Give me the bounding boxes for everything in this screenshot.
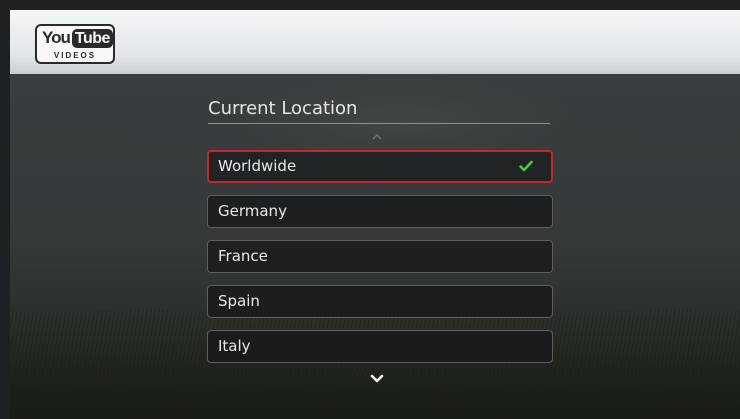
location-item-spain[interactable]: Spain [207,285,553,318]
location-item-label: France [218,247,268,265]
location-item-germany[interactable]: Germany [207,195,553,228]
chevron-down-icon[interactable] [370,374,384,384]
screen: You Tube VIDEOS Current Location Worldwi… [10,10,740,419]
page-title: Current Location [208,98,550,124]
location-item-label: Worldwide [218,157,297,175]
location-item-worldwide[interactable]: Worldwide [207,150,553,183]
chevron-up-icon[interactable] [372,132,382,142]
location-item-label: Spain [218,292,260,310]
location-item-label: Italy [218,337,251,355]
header-bar: You Tube VIDEOS [10,10,740,74]
youtube-videos-logo: You Tube VIDEOS [35,24,115,64]
location-list: Worldwide Germany France Spain Italy [207,150,553,375]
logo-videos-text: VIDEOS [53,51,97,60]
location-item-france[interactable]: France [207,240,553,273]
check-icon [519,160,533,172]
location-item-italy[interactable]: Italy [207,330,553,363]
location-item-label: Germany [218,202,287,220]
logo-tube-text: Tube [71,28,113,48]
logo-you-text: You [42,28,71,47]
